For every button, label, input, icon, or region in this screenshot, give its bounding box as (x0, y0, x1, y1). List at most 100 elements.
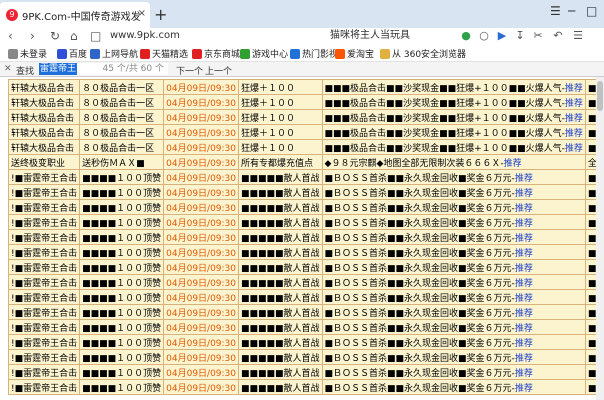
tab-close-icon[interactable]: × (138, 8, 146, 19)
server-name[interactable]: !■雷霆帝王合击 (7, 214, 81, 230)
server-desc-text: ■ＢＯＳＳ首杀■■永久现金回收■奖金６万元- (324, 278, 515, 289)
bookmark-item[interactable]: 游戏中心 (240, 47, 288, 60)
table-row: !■雷霆帝王合击 ■■■■１００顶赞 04月09日/09:30 ■■■■■散人首战 ■Ｂ… (7, 214, 604, 230)
server-name[interactable]: 轩辕大极品合击 (7, 79, 81, 95)
server-name[interactable]: !■雷霆帝王合击 (7, 184, 81, 200)
find-label: 查找 (16, 67, 35, 77)
server-name[interactable]: 送终极变职业 (7, 154, 81, 170)
bookmark-item[interactable]: 从 360安全浏览器 (380, 47, 466, 60)
bookmark-item[interactable]: 未登录 (8, 47, 47, 60)
server-name[interactable]: !■雷霆帝王合击 (7, 334, 81, 350)
open-time-text: 04月09日/09:30 (166, 173, 237, 184)
bookmark-label: 热门影视 (302, 50, 339, 60)
recommend-link[interactable]: 推荐 (565, 129, 583, 139)
open-time: 04月09日/09:30 (163, 334, 240, 350)
server-name[interactable]: !■雷霆帝王合击 (7, 319, 81, 335)
server-name-text: 轩辕大极品合击 (11, 128, 75, 139)
server-name[interactable]: !■雷霆帝王合击 (7, 244, 81, 260)
table-row: !■雷霆帝王合击 ■■■■１００顶赞 04月09日/09:30 ■■■■■散人首战 ■Ｂ… (7, 319, 604, 335)
forward-icon[interactable]: › (30, 28, 35, 44)
recommend-link[interactable]: 推荐 (565, 144, 583, 154)
server-desc: ■ＢＯＳＳ首杀■■永久现金回收■奖金６万元-推荐 (321, 289, 586, 305)
server-name[interactable]: !■雷霆帝王合击 (7, 379, 81, 395)
server-name[interactable]: !■雷霆帝王合击 (7, 364, 81, 380)
server-name[interactable]: 轩辕大极品合击 (7, 124, 81, 140)
bookmark-label: 天猫精选 (152, 50, 189, 60)
new-tab-button[interactable]: + (154, 5, 167, 24)
table-row: 轩辕大极品合击 ８０极品合击一区 04月09日/09:30 狂爆＋１００ ■■■极品合击… (7, 94, 604, 110)
recommend-link[interactable]: 推荐 (515, 219, 533, 229)
find-prev-button[interactable]: 上一个 (205, 64, 232, 77)
play-icon[interactable]: ▶ (496, 30, 508, 42)
page-content: 轩辕大极品合击 ８０极品合击一区 04月09日/09:30 狂爆＋１００ ■■■极品合击… (0, 77, 604, 400)
recommend-link[interactable]: 推荐 (515, 204, 533, 214)
recommend-link[interactable]: 推荐 (515, 189, 533, 199)
server-name-text: !■雷霆帝王合击 (11, 188, 78, 199)
server-name[interactable]: !■雷霆帝王合击 (7, 274, 81, 290)
find-next-button[interactable]: 下一个 (176, 64, 203, 77)
cut-icon[interactable]: ✂ (532, 30, 544, 42)
scrollbar-thumb[interactable] (597, 81, 603, 111)
server-feature: ■■■■■散人首战 (238, 349, 323, 365)
recommend-link[interactable]: 推荐 (515, 324, 533, 334)
find-input[interactable]: 雷霆帝王 45 个/共 60 个 (38, 63, 168, 75)
server-name[interactable]: !■雷霆帝王合击 (7, 259, 81, 275)
search-input[interactable]: 猫咪将主人当玩具 (330, 28, 450, 44)
server-name[interactable]: !■雷霆帝王合击 (7, 199, 81, 215)
recommend-link[interactable]: 推荐 (565, 99, 583, 109)
recommend-link[interactable]: 推荐 (504, 159, 522, 169)
server-line-text: ■■■■１００顶赞 (82, 248, 162, 259)
recommend-link[interactable]: 推荐 (515, 264, 533, 274)
server-name[interactable]: !■雷霆帝王合击 (7, 169, 81, 185)
bookmark-label: 爱淘宝 (347, 50, 375, 60)
server-name[interactable]: !■雷霆帝王合击 (7, 304, 81, 320)
recommend-link[interactable]: 推荐 (515, 339, 533, 349)
undo-icon[interactable]: ↶ (552, 30, 564, 42)
open-time-text: 04月09日/09:30 (166, 353, 237, 364)
open-time-text: 04月09日/09:30 (166, 203, 237, 214)
open-time-text: 04月09日/09:30 (166, 278, 237, 289)
bookmark-item[interactable]: 热门影视 (290, 47, 338, 60)
bookmark-item[interactable]: 上网导航 (90, 47, 138, 60)
recommend-link[interactable]: 推荐 (515, 369, 533, 379)
server-name[interactable]: !■雷霆帝王合击 (7, 349, 81, 365)
bookmark-item[interactable]: 爱淘宝 (335, 47, 374, 60)
recommend-link[interactable]: 推荐 (515, 354, 533, 364)
server-name-text: !■雷霆帝王合击 (11, 353, 78, 364)
recommend-link[interactable]: 推荐 (515, 279, 533, 289)
wechat-icon[interactable]: ● (460, 30, 472, 42)
server-name[interactable]: !■雷霆帝王合击 (7, 289, 81, 305)
chat-icon[interactable]: ○ (478, 30, 490, 42)
maximize-icon[interactable]: □ (586, 4, 597, 18)
bookmark-item[interactable]: 京东商城 (192, 47, 240, 60)
server-name[interactable]: 轩辕大极品合击 (7, 94, 81, 110)
menu-icon[interactable]: ☰ (550, 4, 561, 18)
reload-icon[interactable]: ↻ (50, 28, 60, 44)
scrollbar[interactable] (596, 77, 604, 400)
home-icon[interactable]: ⌂ (70, 28, 78, 44)
recommend-link[interactable]: 推荐 (515, 294, 533, 304)
recommend-link[interactable]: 推荐 (515, 384, 533, 394)
server-name[interactable]: !■雷霆帝王合击 (7, 229, 81, 245)
address-bar[interactable]: www.9pk.com (110, 28, 320, 44)
recommend-link[interactable]: 推荐 (515, 249, 533, 259)
back-icon[interactable]: ‹ (8, 28, 13, 44)
server-line-text: ■■■■１００顶赞 (82, 173, 162, 184)
recommend-link[interactable]: 推荐 (515, 309, 533, 319)
table-row: !■雷霆帝王合击 ■■■■１００顶赞 04月09日/09:30 ■■■■■散人首战 ■Ｂ… (7, 229, 604, 245)
server-name[interactable]: 轩辕大极品合击 (7, 139, 81, 155)
recommend-link[interactable]: 推荐 (565, 114, 583, 124)
recommend-link[interactable]: 推荐 (515, 174, 533, 184)
recommend-link[interactable]: 推荐 (515, 234, 533, 244)
browser-tab[interactable]: 9 9PK.Com-中国传奇游戏发布第一站 × (0, 2, 150, 28)
reader-icon[interactable]: □ (90, 28, 101, 44)
server-line: ■■■■１００顶赞 (79, 169, 165, 185)
download-icon[interactable]: ↧ (514, 30, 526, 42)
minimize-icon[interactable]: ─ (568, 4, 575, 18)
bookmark-item[interactable]: 天猫精选 (140, 47, 188, 60)
server-name[interactable]: 轩辕大极品合击 (7, 109, 81, 125)
menu-grid-icon[interactable]: ☰ (572, 30, 584, 42)
recommend-link[interactable]: 推荐 (565, 84, 583, 94)
find-close-icon[interactable]: ✕ (4, 64, 12, 74)
bookmark-item[interactable]: 百度 (57, 47, 87, 60)
